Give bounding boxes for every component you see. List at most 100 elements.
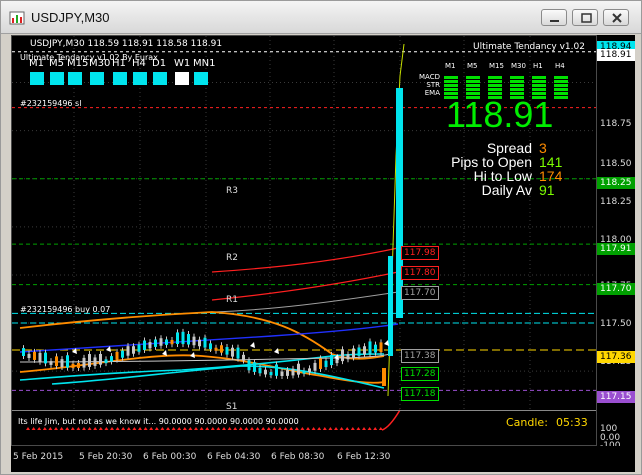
candle-body (357, 347, 361, 356)
restore-icon (581, 13, 592, 23)
ut-column-h4: H4 (555, 62, 565, 70)
candle-body (110, 356, 113, 362)
ut-bar (466, 80, 480, 83)
timeframe-label-d1: D1 (152, 58, 167, 69)
timeframe-box-mn1[interactable] (194, 72, 208, 85)
ut-column-m15: M15 (489, 62, 504, 70)
timeframe-label-m5: M5 (49, 58, 64, 69)
candle-body (286, 370, 289, 376)
candle-body (209, 343, 212, 350)
candle-body (71, 363, 75, 368)
candle-body (203, 337, 207, 348)
candle-body (363, 346, 366, 355)
candle-body (198, 339, 201, 347)
time-tick: 5 Feb 20:30 (79, 452, 133, 462)
candle-body (192, 336, 196, 346)
candle-body (382, 368, 386, 386)
arrow-marker (250, 342, 255, 348)
timeframe-box-m30[interactable] (90, 72, 104, 85)
chart-window-icon (9, 11, 25, 25)
indicator-curves (19, 43, 405, 397)
candle-body (38, 352, 42, 362)
timeframe-box-w1[interactable] (175, 72, 189, 85)
candle-label: Candle: (506, 416, 548, 429)
window-titlebar[interactable]: USDJPY,M30 (1, 1, 641, 34)
candle-body (143, 340, 146, 350)
candle-body (55, 356, 58, 367)
price-tag: 117.36 (597, 351, 635, 363)
ut-row-ema: EMA (424, 89, 440, 97)
mid-curve (211, 291, 399, 313)
candle-body (330, 354, 333, 366)
time-tick: 6 Feb 08:30 (271, 452, 325, 462)
candle-body (121, 350, 124, 358)
time-tick: 6 Feb 04:30 (207, 452, 261, 462)
spike-candle (396, 88, 403, 318)
timeframe-label-mn1: MN1 (193, 58, 216, 69)
ut-bar (466, 88, 480, 91)
timeframe-box-m15[interactable] (68, 72, 82, 85)
sub-window: Its life Jim, but not as we know it... 9… (12, 410, 596, 445)
time-axis[interactable]: 5 Feb 2015 5 Feb 20:30 6 Feb 00:30 6 Feb 04… (11, 446, 635, 472)
candle-body (308, 368, 311, 373)
price-axis[interactable]: 118.91118.75118.50118.25118.00117.75117.… (597, 35, 635, 446)
time-tick: 6 Feb 00:30 (143, 452, 197, 462)
order-sl-label: #232159496 sl (20, 99, 82, 108)
candle-body (225, 347, 229, 355)
ut-bar (554, 84, 568, 87)
ut-row-str: STR (426, 81, 440, 89)
candle-time: 05:33 (556, 416, 588, 429)
candle-body (302, 370, 306, 374)
candle-body (280, 371, 284, 376)
price-tick: 117.50 (600, 319, 632, 329)
ut-bar (554, 76, 568, 79)
timeframe-box-m1[interactable] (30, 72, 44, 85)
candle-body (269, 372, 273, 376)
price-tag: 118.25 (597, 177, 635, 189)
candle-body (220, 345, 223, 353)
candle-body (242, 354, 245, 361)
candle-body (104, 359, 108, 364)
candle-body (214, 347, 218, 351)
candle-body (148, 342, 152, 349)
stat-name-3: Daily Av (481, 182, 532, 198)
candle-body (247, 360, 251, 371)
candle-body (346, 354, 350, 360)
timeframe-box-h4[interactable] (133, 72, 147, 85)
candle-body (66, 355, 69, 368)
timeframe-label-h4: H4 (132, 58, 146, 69)
candle-body (88, 354, 91, 367)
level-box-1: 117.80 (401, 266, 439, 280)
ut-bar (488, 84, 502, 87)
indicator-title: Ultimate Tendancy v1.02 (473, 42, 585, 52)
minimize-icon (550, 20, 559, 22)
candle-body (258, 367, 262, 374)
candle-body (231, 347, 234, 357)
candle-body (93, 357, 97, 366)
price-tag: 117.70 (597, 283, 635, 295)
pivot-r1-label: R1 (226, 295, 238, 305)
candle-body (187, 334, 190, 345)
ut-bar (510, 84, 524, 87)
candle-body (126, 346, 130, 356)
timeframe-box-h1[interactable] (113, 72, 127, 85)
candle-body (181, 331, 185, 345)
price-chart[interactable]: USDJPY,M30 118.59 118.91 118.58 118.91 U… (11, 35, 597, 446)
candle-body (165, 339, 168, 345)
ut-bar (466, 76, 480, 79)
timeframe-box-d1[interactable] (153, 72, 167, 85)
level-box-5: 117.18 (401, 387, 439, 401)
timeframe-label-m1: M1 (29, 58, 44, 69)
candle-body (33, 351, 36, 360)
minimize-button[interactable] (541, 9, 567, 26)
candle-body (379, 342, 383, 353)
pivot-r2-label: R2 (226, 253, 238, 263)
time-tick: 5 Feb 2015 (13, 452, 64, 462)
ut-bar (488, 80, 502, 83)
restore-button[interactable] (572, 9, 598, 26)
ut-column-m30: M30 (511, 62, 526, 70)
timeframe-box-m5[interactable] (50, 72, 64, 85)
close-button[interactable] (603, 9, 629, 26)
candle-body (44, 352, 47, 364)
candle-body (368, 341, 372, 354)
